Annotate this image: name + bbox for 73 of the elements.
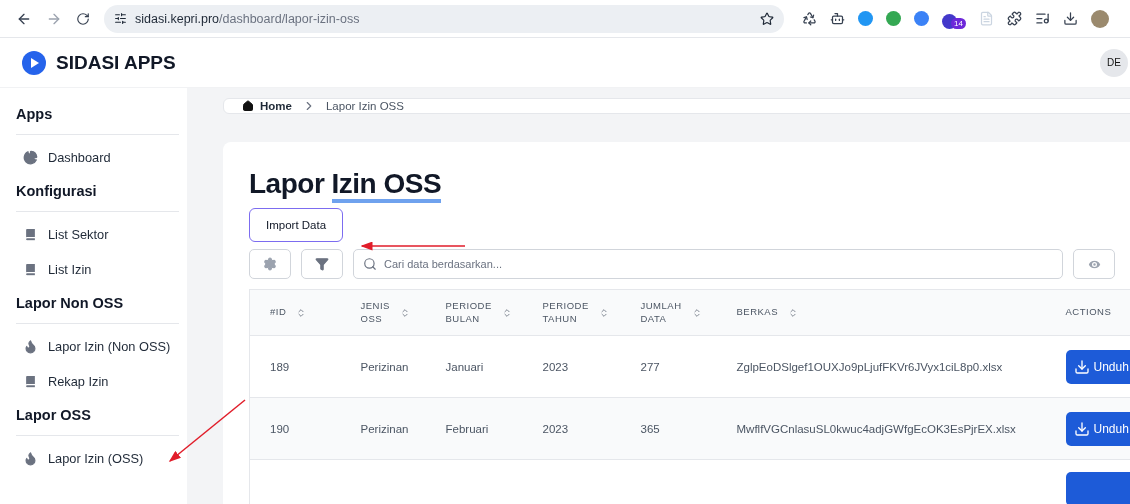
flame-icon [23, 451, 38, 466]
table-cell: 189 [249, 335, 341, 398]
pie-chart-icon [23, 150, 38, 165]
import-data-button[interactable]: Import Data [249, 208, 344, 242]
address-bar[interactable]: sidasi.kepri.pro/dashboard/lapor-izin-oss [104, 4, 784, 33]
search-icon [363, 257, 377, 271]
page-title: Lapor Izin OSS [249, 168, 442, 200]
table-cell: MwflfVGCnlasuSL0kwuc4adjGWfgEcOK3EsPjrEX.xlsx [716, 397, 1046, 460]
download-icon [1073, 358, 1090, 375]
search-field[interactable]: Cari data berdasarkan... [353, 249, 1063, 279]
sort-icon[interactable] [788, 307, 799, 318]
play-logo-icon [22, 50, 46, 75]
table-cell: 365 [620, 397, 717, 460]
user-avatar[interactable]: DE [1100, 48, 1128, 77]
book-icon [23, 262, 38, 277]
table-cell: 2023 [522, 397, 621, 460]
download-button[interactable]: Unduh [1065, 349, 1130, 384]
sidebar-section-title: Lapor OSS [16, 399, 179, 436]
sort-icon[interactable] [501, 307, 512, 318]
sidebar-item[interactable]: Lapor Izin (OSS) [16, 441, 179, 476]
home-icon [242, 100, 254, 112]
playlist-icon[interactable] [1034, 11, 1050, 26]
table-cell: Februari [425, 397, 523, 460]
table-cell: Perizinan [340, 335, 426, 398]
brand-title: SIDASI APPS [56, 51, 177, 74]
sidebar-item[interactable]: Rekap Izin [16, 364, 179, 399]
column-header[interactable]: PERIODE BULAN [425, 289, 523, 336]
sort-icon[interactable] [296, 307, 307, 318]
site-settings-icon[interactable] [114, 12, 127, 25]
table-cell: Januari [425, 335, 523, 398]
download-icon [1073, 420, 1090, 437]
sidebar-section-title: Konfigurasi [16, 175, 179, 212]
table-cell: 2023 [522, 335, 621, 398]
profile-avatar[interactable] [1090, 9, 1109, 28]
sidebar-section-title: Apps [16, 98, 179, 135]
filter-icon [315, 257, 329, 271]
download-button[interactable]: Unduh [1065, 411, 1130, 446]
table-cell: Perizinan [340, 397, 426, 460]
column-header[interactable]: BERKAS [716, 289, 1046, 336]
sort-icon[interactable] [598, 307, 609, 318]
settings-button[interactable] [249, 249, 291, 279]
sidebar-item[interactable]: Dashboard [16, 140, 179, 175]
robot-icon[interactable] [830, 11, 845, 26]
sidebar-item[interactable]: List Izin [16, 252, 179, 287]
column-header[interactable]: PERIODE TAHUN [522, 289, 621, 336]
book-icon [23, 374, 38, 389]
flame-icon [23, 339, 38, 354]
sort-icon[interactable] [691, 307, 702, 318]
breadcrumb-link[interactable]: Lapor Izin OSS [325, 100, 404, 112]
sidebar-item[interactable]: List Sektor [16, 217, 179, 252]
settings-icon [263, 257, 277, 271]
column-header[interactable]: JUMLAH DATA [620, 289, 717, 336]
count-badge: 14 [951, 17, 966, 29]
sort-icon[interactable] [399, 307, 410, 318]
book-icon [23, 227, 38, 242]
breadcrumb-link[interactable]: Home [242, 100, 292, 112]
recycle-icon[interactable] [802, 11, 817, 26]
filter-button[interactable] [301, 249, 343, 279]
table-cell: 277 [620, 335, 717, 398]
reload-icon[interactable] [76, 11, 90, 26]
sidebar-section-title: Lapor Non OSS [16, 287, 179, 324]
extension-icon[interactable] [914, 11, 929, 26]
bookmark-star-icon[interactable] [760, 11, 774, 26]
visibility-button[interactable] [1073, 249, 1115, 279]
url-text: sidasi.kepri.pro/dashboard/lapor-izin-oss [135, 11, 361, 26]
table-cell: ZglpEoDSlgef1OUXJo9pLjufFKVr6JVyx1ciL8p0.xlsx [716, 335, 1046, 398]
column-header[interactable]: JENIS OSS [340, 289, 426, 336]
extensions-icon[interactable] [1006, 11, 1022, 26]
download-icon[interactable] [1062, 11, 1078, 26]
table-cell: 190 [249, 397, 341, 460]
sidebar-item[interactable]: Lapor Izin (Non OSS) [16, 329, 179, 364]
column-header[interactable]: #ID [249, 289, 341, 336]
column-header: ACTIONS [1045, 289, 1130, 336]
